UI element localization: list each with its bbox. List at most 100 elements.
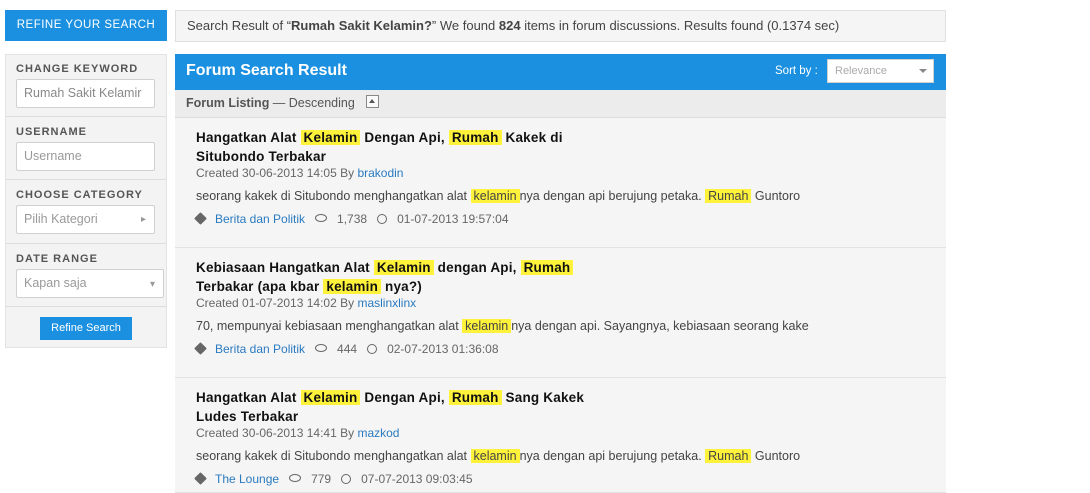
keyword-highlight: Rumah	[705, 449, 752, 463]
forum-search-header: Forum Search Result Sort by : Relevance	[175, 54, 946, 90]
caret-down-icon	[919, 69, 927, 73]
chevron-right-icon: ▸	[140, 214, 146, 225]
refine-sidebar: CHANGE KEYWORD Rumah Sakit Kelamir USERN…	[5, 54, 167, 348]
created-text: Created 01-07-2013 14:02 By	[196, 296, 358, 310]
date-range-value: Kapan saja	[24, 276, 87, 290]
summary-query: Rumah Sakit Kelamin?	[291, 18, 432, 33]
last-post-time: 07-07-2013 09:03:45	[341, 472, 473, 486]
result-item: Kebiasaan Hangatkan Alat Kelamin dengan …	[175, 248, 946, 378]
keyword-highlight: Kelamin	[300, 130, 361, 145]
keyword-highlight: Rumah	[448, 130, 502, 145]
sort-value: Relevance	[835, 65, 887, 77]
username-label: USERNAME	[16, 126, 87, 138]
last-post-time: 02-07-2013 01:36:08	[367, 342, 499, 356]
date-range-label: DATE RANGE	[16, 253, 98, 265]
category-tag[interactable]: Berita dan Politik	[194, 212, 305, 226]
keyword-highlight: kelamin	[470, 449, 520, 463]
keyword-highlight: kelamin	[323, 279, 382, 294]
text-fragment: Dengan Api,	[360, 390, 449, 405]
views-count: 1,738	[315, 212, 367, 226]
sort-by-label: Sort by :	[775, 65, 818, 77]
result-title-link[interactable]: Kebiasaan Hangatkan Alat Kelamin dengan …	[196, 258, 616, 296]
text-fragment: seorang kakek di Situbondo menghangatkan…	[196, 189, 471, 203]
keyword-highlight: Rumah	[448, 390, 502, 405]
refine-search-header: REFINE YOUR SEARCH	[5, 10, 167, 41]
eye-icon	[289, 474, 302, 482]
divider	[6, 243, 166, 244]
eye-icon	[315, 214, 328, 222]
text-fragment: Dengan Api,	[360, 130, 449, 145]
summary-middle: ” We found	[431, 18, 499, 33]
search-result-summary: Search Result of “Rumah Sakit Kelamin?” …	[175, 10, 946, 42]
summary-count: 824	[498, 18, 521, 33]
category-link[interactable]: The Lounge	[215, 472, 279, 486]
keyword-highlight: kelamin	[462, 319, 512, 333]
views-value: 779	[311, 472, 332, 486]
category-link[interactable]: Berita dan Politik	[215, 212, 305, 226]
text-fragment: nya dengan api berujung petaka.	[519, 189, 706, 203]
tag-icon	[194, 212, 207, 225]
author-link[interactable]: mazkod	[357, 426, 399, 440]
views-count: 779	[289, 472, 331, 486]
clock-icon	[341, 474, 352, 484]
last-post-value: 07-07-2013 09:03:45	[361, 472, 473, 486]
collapse-icon[interactable]	[366, 95, 380, 109]
sort-select[interactable]: Relevance	[827, 59, 934, 83]
username-input[interactable]: Username	[16, 142, 155, 171]
text-fragment: Hangatkan Alat	[196, 390, 301, 405]
result-item: Hangatkan Alat Kelamin Dengan Api, Rumah…	[175, 118, 946, 248]
result-snippet: seorang kakek di Situbondo menghangatkan…	[196, 189, 800, 203]
listing-label: Forum Listing	[186, 96, 270, 110]
views-count: 444	[315, 342, 357, 356]
last-post-value: 02-07-2013 01:36:08	[387, 342, 499, 356]
refine-search-button[interactable]: Refine Search	[40, 317, 132, 340]
divider	[6, 306, 166, 307]
category-link[interactable]: Berita dan Politik	[215, 342, 305, 356]
text-fragment: Kebiasaan Hangatkan Alat	[196, 260, 374, 275]
clock-icon	[377, 214, 388, 224]
eye-icon	[315, 344, 328, 352]
text-fragment: nya?)	[381, 279, 423, 294]
result-snippet: 70, mempunyai kebiasaan menghangatkan al…	[196, 319, 809, 333]
result-meta: Created 30-06-2013 14:41 By mazkod	[196, 426, 399, 440]
summary-prefix: Search Result of “	[187, 18, 292, 33]
result-footer: Berita dan Politik 444 02-07-2013 01:36:08	[194, 342, 509, 356]
chevron-down-icon: ▾	[149, 279, 155, 290]
category-tag[interactable]: Berita dan Politik	[194, 342, 305, 356]
text-fragment: nya dengan api berujung petaka.	[519, 449, 706, 463]
divider	[6, 179, 166, 180]
created-text: Created 30-06-2013 14:05 By	[196, 166, 358, 180]
summary-suffix: items in forum discussions. Results foun…	[520, 18, 840, 33]
keyword-highlight: Rumah	[705, 189, 752, 203]
result-title-link[interactable]: Hangatkan Alat Kelamin Dengan Api, Rumah…	[196, 128, 616, 166]
tag-icon	[194, 342, 207, 355]
category-placeholder: Pilih Kategori	[24, 212, 98, 226]
result-item: Hangatkan Alat Kelamin Dengan Api, Rumah…	[175, 378, 946, 493]
views-value: 1,738	[337, 212, 368, 226]
keyword-input[interactable]: Rumah Sakit Kelamir	[16, 79, 155, 108]
result-footer: The Lounge 779 07-07-2013 09:03:45	[194, 472, 483, 486]
text-fragment: Guntoro	[751, 449, 801, 463]
category-select[interactable]: Pilih Kategori ▸	[16, 205, 155, 234]
forum-listing-bar: Forum Listing — Descending	[175, 90, 946, 118]
tag-icon	[194, 472, 207, 485]
keyword-highlight: Kelamin	[373, 260, 434, 275]
keyword-highlight: Rumah	[520, 260, 574, 275]
text-fragment: 70, mempunyai kebiasaan menghangatkan al…	[196, 319, 463, 333]
author-link[interactable]: maslinxlinx	[357, 296, 416, 310]
date-range-select[interactable]: Kapan saja ▾	[16, 269, 164, 298]
result-meta: Created 01-07-2013 14:02 By maslinxlinx	[196, 296, 416, 310]
last-post-value: 01-07-2013 19:57:04	[397, 212, 509, 226]
keyword-highlight: kelamin	[470, 189, 520, 203]
result-meta: Created 30-06-2013 14:05 By brakodin	[196, 166, 403, 180]
text-fragment: seorang kakek di Situbondo menghangatkan…	[196, 449, 471, 463]
result-title-link[interactable]: Hangatkan Alat Kelamin Dengan Api, Rumah…	[196, 388, 616, 426]
category-tag[interactable]: The Lounge	[194, 472, 279, 486]
choose-category-label: CHOOSE CATEGORY	[16, 189, 143, 201]
divider	[6, 116, 166, 117]
text-fragment: Terbakar (apa kbar	[196, 279, 324, 294]
forum-search-title: Forum Search Result	[186, 62, 347, 79]
author-link[interactable]: brakodin	[357, 166, 403, 180]
text-fragment: dengan Api,	[433, 260, 521, 275]
text-fragment: Hangatkan Alat	[196, 130, 301, 145]
